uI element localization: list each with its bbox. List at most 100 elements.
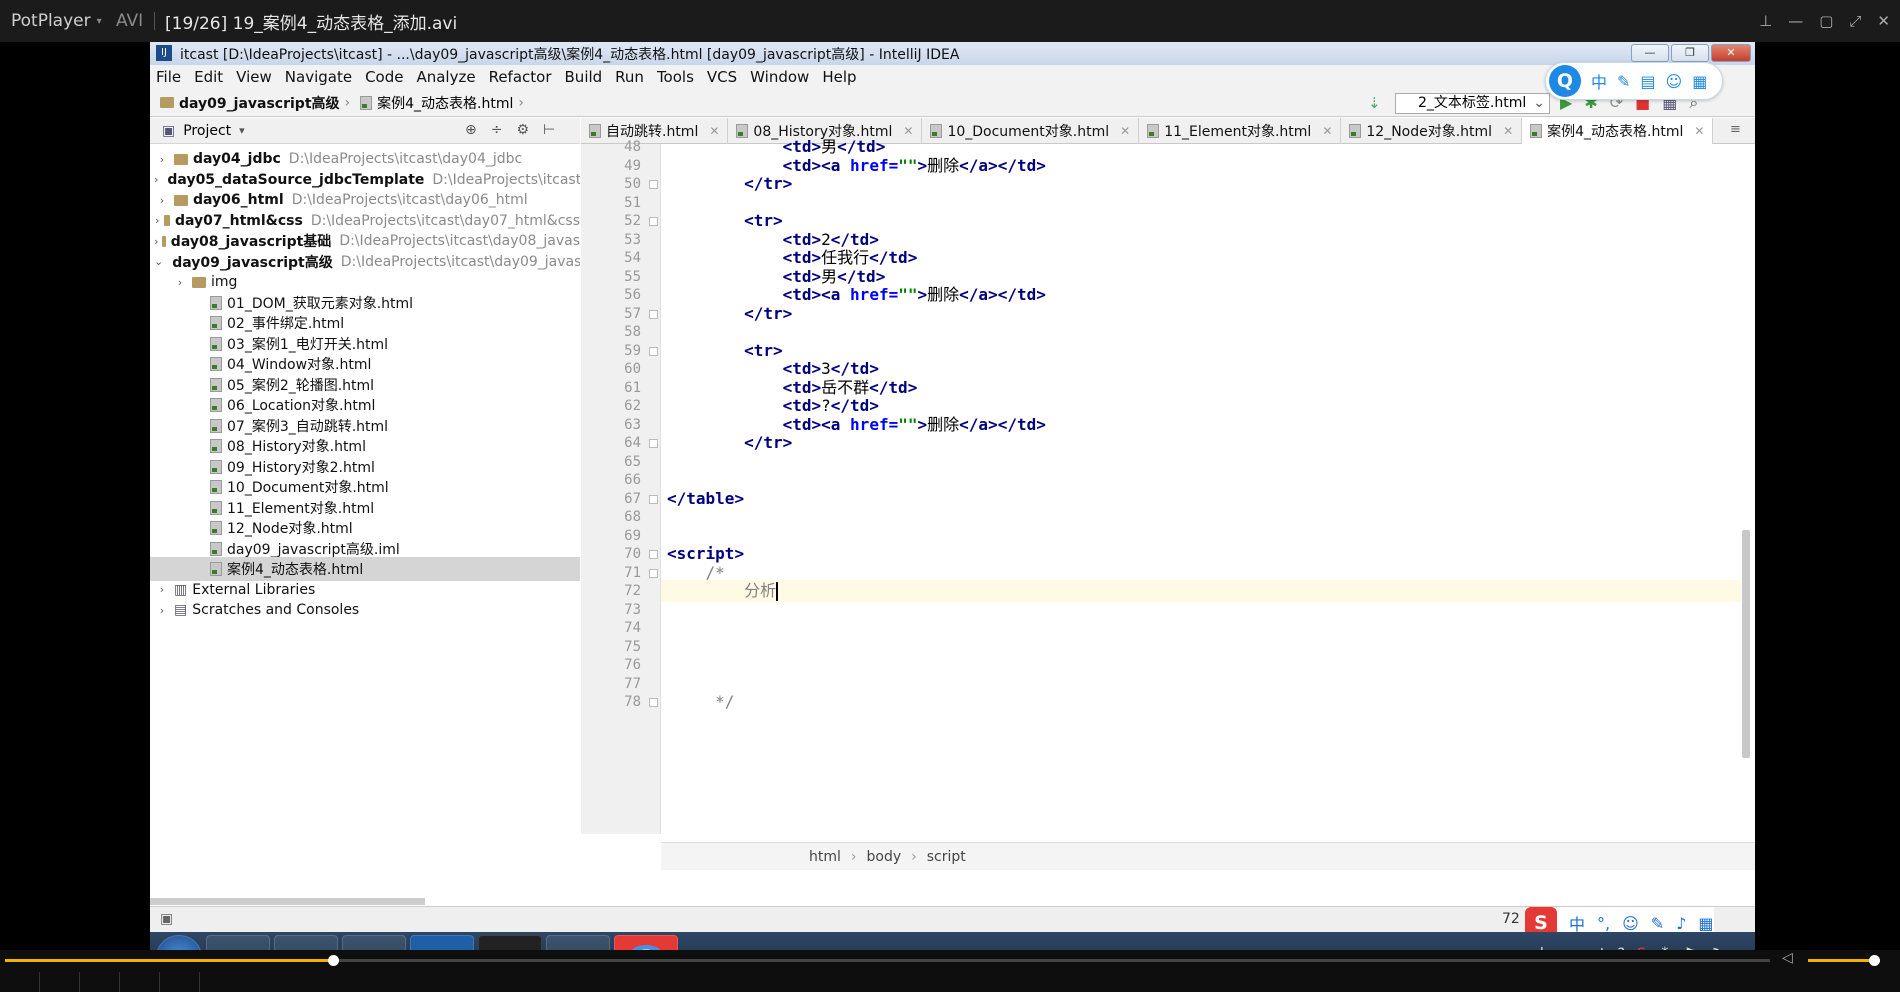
- emoji-icon[interactable]: ☺: [1622, 914, 1639, 933]
- expand-arrow-icon[interactable]: ›: [154, 235, 158, 248]
- nav-module[interactable]: day09_javascript高级 ›: [160, 93, 350, 113]
- expand-arrow-icon[interactable]: ⌄: [154, 255, 163, 268]
- volume-handle[interactable]: [1869, 955, 1880, 966]
- app-icon[interactable]: ✎: [274, 935, 338, 950]
- minimize-button[interactable]: —: [1631, 44, 1669, 62]
- close-tab-icon[interactable]: ✕: [1503, 124, 1513, 138]
- gear-icon[interactable]: ⚙: [516, 122, 529, 138]
- start-button[interactable]: ⊞: [156, 935, 202, 950]
- code-line[interactable]: </tr>: [661, 303, 792, 325]
- notepad-icon[interactable]: ✐: [546, 935, 610, 950]
- fold-marker-icon[interactable]: [649, 494, 658, 504]
- ime-button[interactable]: ▦: [1692, 72, 1707, 91]
- menu-item-code[interactable]: Code: [365, 68, 403, 86]
- ime-button[interactable]: ✎: [1617, 72, 1630, 91]
- close-tab-icon[interactable]: ✕: [1694, 124, 1704, 138]
- intellij-icon[interactable]: IJ: [478, 935, 542, 950]
- menu-item-build[interactable]: Build: [565, 68, 603, 86]
- pen-icon[interactable]: ✎: [1651, 914, 1664, 933]
- close-tab-icon[interactable]: ✕: [903, 124, 913, 138]
- code-line[interactable]: </tr>: [661, 432, 792, 454]
- mic-icon[interactable]: ♪: [1676, 914, 1686, 933]
- pin-icon[interactable]: ⊥: [1759, 12, 1772, 30]
- expand-arrow-icon[interactable]: ›: [154, 173, 158, 186]
- menu-item-run[interactable]: Run: [615, 68, 644, 86]
- project-view-label[interactable]: Project: [183, 123, 231, 139]
- close-tab-icon[interactable]: ✕: [1322, 124, 1332, 138]
- expand-arrow-icon[interactable]: ›: [172, 276, 188, 289]
- mp-app-icon[interactable]: MP: [410, 935, 474, 950]
- run-configuration-select[interactable]: 2_文本标签.html ⌄: [1395, 93, 1550, 114]
- menu-item-vcs[interactable]: VCS: [707, 68, 737, 86]
- seek-handle[interactable]: [328, 955, 340, 966]
- code-editor[interactable]: <td>男</td> <td><a href="">删除</a></td> </…: [661, 137, 1755, 834]
- fullscreen-icon[interactable]: ⤢: [1849, 12, 1861, 30]
- maximize-icon[interactable]: ▢: [1819, 12, 1833, 30]
- expand-arrow-icon[interactable]: ›: [154, 583, 170, 596]
- ime-button[interactable]: ▤: [1640, 72, 1655, 91]
- fold-marker-icon[interactable]: [649, 550, 658, 559]
- project-horizontal-scrollbar[interactable]: [150, 898, 425, 905]
- menu-item-analyze[interactable]: Analyze: [416, 68, 475, 86]
- expand-arrow-icon[interactable]: ›: [154, 194, 170, 207]
- grid-icon[interactable]: ▦: [1698, 914, 1713, 933]
- punctuation-icon[interactable]: °,: [1597, 914, 1610, 933]
- volume-slider[interactable]: [1808, 959, 1878, 962]
- fold-marker-icon[interactable]: [649, 698, 658, 707]
- minimize-icon[interactable]: —: [1788, 12, 1803, 30]
- menu-item-view[interactable]: View: [236, 68, 272, 86]
- fold-marker-icon[interactable]: [649, 346, 658, 356]
- chevron-down-icon[interactable]: ▾: [239, 124, 245, 137]
- sort-icon[interactable]: ⇣: [1368, 94, 1381, 112]
- tree-item[interactable]: › ▤ Scratches and Consoles: [150, 598, 580, 622]
- fold-marker-icon[interactable]: [649, 217, 658, 226]
- fold-marker-icon[interactable]: [649, 439, 658, 448]
- collapse-icon[interactable]: ÷: [491, 122, 503, 138]
- ime-button[interactable]: ☺: [1666, 72, 1683, 91]
- code-line[interactable]: </tr>: [661, 173, 792, 195]
- editor-tab[interactable]: 案例4_动态表格.html ✕: [1522, 118, 1714, 144]
- hide-icon[interactable]: ⊢: [543, 122, 555, 138]
- menu-item-navigate[interactable]: Navigate: [285, 68, 352, 86]
- nav-file[interactable]: 案例4_动态表格.html ›: [360, 93, 524, 113]
- player-logo[interactable]: PotPlayer ▾: [0, 11, 102, 31]
- breadcrumb-item[interactable]: html: [809, 849, 841, 865]
- seek-bar[interactable]: [5, 955, 1770, 966]
- code-line[interactable]: */: [661, 691, 734, 713]
- fold-marker-icon[interactable]: [649, 309, 658, 319]
- app-icon[interactable]: ◉: [206, 935, 270, 950]
- close-button[interactable]: ✕: [1711, 44, 1751, 62]
- html-file-icon: [1349, 124, 1362, 138]
- tool-window-toggle-icon[interactable]: ▣: [160, 911, 173, 927]
- expand-arrow-icon[interactable]: ›: [154, 214, 160, 227]
- ime-logo-icon[interactable]: Q: [1549, 65, 1581, 97]
- chrome-icon[interactable]: ◎: [614, 935, 678, 950]
- expand-arrow-icon[interactable]: ›: [154, 153, 170, 166]
- menu-item-refactor[interactable]: Refactor: [489, 68, 552, 86]
- breadcrumb-item[interactable]: script: [927, 849, 966, 865]
- menu-item-window[interactable]: Window: [750, 68, 809, 86]
- volume-icon[interactable]: ◁: [1782, 950, 1793, 966]
- restore-button[interactable]: ❐: [1671, 44, 1709, 62]
- fold-marker-icon[interactable]: [649, 180, 658, 189]
- explorer-icon[interactable]: ▤: [342, 935, 406, 950]
- menu-item-file[interactable]: File: [156, 68, 181, 86]
- menu-item-tools[interactable]: Tools: [657, 68, 694, 86]
- fold-marker-icon[interactable]: [649, 568, 658, 578]
- close-icon[interactable]: ✕: [1877, 12, 1890, 30]
- ide-window-title: itcast [D:\IdeaProjects\itcast] - ...\da…: [180, 46, 960, 63]
- locate-icon[interactable]: ⊕: [465, 122, 477, 138]
- menu-item-help[interactable]: Help: [822, 68, 856, 86]
- close-tab-icon[interactable]: ✕: [1120, 124, 1130, 138]
- tab-menu-icon[interactable]: ≡: [1730, 122, 1741, 137]
- editor-tab[interactable]: 12_Node对象.html ✕: [1341, 118, 1523, 144]
- code-line[interactable]: 分析: [661, 580, 1741, 602]
- breadcrumb-item[interactable]: body: [867, 849, 902, 865]
- editor-tab[interactable]: 10_Document对象.html ✕: [922, 118, 1140, 144]
- code-line[interactable]: </table>: [661, 488, 744, 510]
- menu-item-edit[interactable]: Edit: [194, 68, 223, 86]
- ime-button[interactable]: 中: [1591, 69, 1607, 93]
- editor-vertical-scrollbar[interactable]: [1742, 530, 1750, 758]
- expand-arrow-icon[interactable]: ›: [154, 604, 170, 617]
- editor-tab[interactable]: 11_Element对象.html ✕: [1139, 118, 1342, 144]
